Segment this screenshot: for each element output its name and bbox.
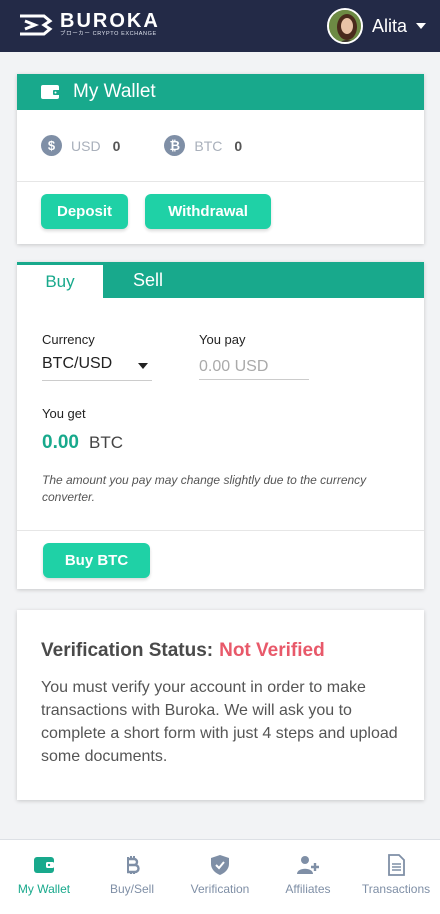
wallet-icon — [34, 857, 54, 873]
verification-title: Verification Status: — [41, 640, 214, 661]
you-get-amount: 0.00 — [42, 432, 79, 453]
nav-item-buy-sell[interactable]: Buy/Sell — [88, 840, 176, 914]
balance-currency: USD — [71, 137, 101, 154]
you-get-currency: BTC — [88, 433, 123, 452]
balance-usd: $ USD 0 — [41, 135, 120, 156]
buroka-logo-icon — [20, 14, 53, 35]
bitcoin-icon — [127, 856, 140, 874]
dollar-coin-icon: $ — [41, 135, 62, 156]
converter-note: The amount you pay may change slightly d… — [42, 473, 367, 504]
balance-currency: BTC — [194, 137, 223, 154]
you-pay-input[interactable] — [199, 354, 309, 380]
you-get-value: 0.00 BTC — [42, 432, 123, 454]
nav-item-transactions[interactable]: Transactions — [352, 840, 440, 914]
balance-btc: ₿ BTC 0 — [164, 135, 242, 156]
verification-text: You must verify your account in order to… — [41, 679, 398, 765]
deposit-button[interactable]: Deposit — [41, 194, 128, 229]
wallet-title: My Wallet — [73, 81, 156, 102]
wallet-actions: Deposit Withdrawal — [17, 182, 424, 229]
nav-item-affiliates[interactable]: Affiliates — [264, 840, 352, 914]
nav-label: Affiliates — [285, 882, 331, 896]
add-users-icon — [297, 856, 319, 874]
verification-heading: Verification Status: Not Verified — [41, 640, 400, 662]
you-get-label: You get — [42, 406, 86, 421]
status-badge: Not Verified — [219, 640, 325, 661]
withdrawal-button[interactable]: Withdrawal — [145, 194, 271, 229]
nav-label: Verification — [190, 882, 250, 896]
you-pay-label: You pay — [199, 332, 246, 347]
chevron-down-icon — [416, 23, 426, 29]
wallet-card: My Wallet $ USD 0 ₿ BTC 0 Deposit Withdr… — [17, 74, 424, 244]
wallet-card-header: My Wallet — [17, 74, 424, 110]
balances-row: $ USD 0 ₿ BTC 0 — [17, 110, 424, 182]
balance-amount: 0 — [112, 137, 121, 154]
nav-item-my-wallet[interactable]: My Wallet — [0, 840, 88, 914]
bottom-nav: My Wallet Buy/Sell Verification Affiliat… — [0, 839, 440, 914]
brand-logo[interactable]: BUROKA ブローカー CRYPTO EXCHANGE — [18, 11, 160, 38]
currency-select[interactable]: BTC/USD — [42, 355, 152, 381]
shield-check-icon — [211, 855, 229, 875]
buy-form: Currency You pay BTC/USD You get 0.00 BT… — [17, 298, 424, 531]
tab-buy[interactable]: Buy — [17, 262, 103, 298]
nav-label: Buy/Sell — [109, 882, 155, 896]
bitcoin-coin-icon: ₿ — [164, 135, 186, 156]
trade-tabs: Buy Sell — [17, 262, 424, 298]
nav-label: Transactions — [361, 882, 431, 896]
trade-card: Buy Sell Currency You pay BTC/USD You ge… — [17, 262, 424, 589]
user-menu[interactable]: Alita — [326, 8, 426, 44]
currency-label: Currency — [42, 332, 95, 347]
currency-select-value: BTC/USD — [42, 355, 113, 372]
nav-item-verification[interactable]: Verification — [176, 840, 264, 914]
brand-name: BUROKA — [60, 10, 160, 32]
verification-card: Verification Status: Not Verified You mus… — [17, 610, 424, 800]
tab-sell[interactable]: Sell — [103, 262, 424, 298]
wallet-icon — [41, 85, 60, 99]
top-bar: BUROKA ブローカー CRYPTO EXCHANGE Alita — [0, 0, 440, 52]
buy-btc-button[interactable]: Buy BTC — [43, 543, 150, 578]
brand-tagline: ブローカー CRYPTO EXCHANGE — [60, 31, 157, 37]
balance-amount: 0 — [234, 137, 243, 154]
avatar — [326, 8, 363, 44]
document-icon — [388, 854, 405, 876]
user-name: Alita — [371, 15, 407, 36]
nav-label: My Wallet — [17, 882, 71, 896]
chevron-down-icon — [138, 363, 148, 369]
